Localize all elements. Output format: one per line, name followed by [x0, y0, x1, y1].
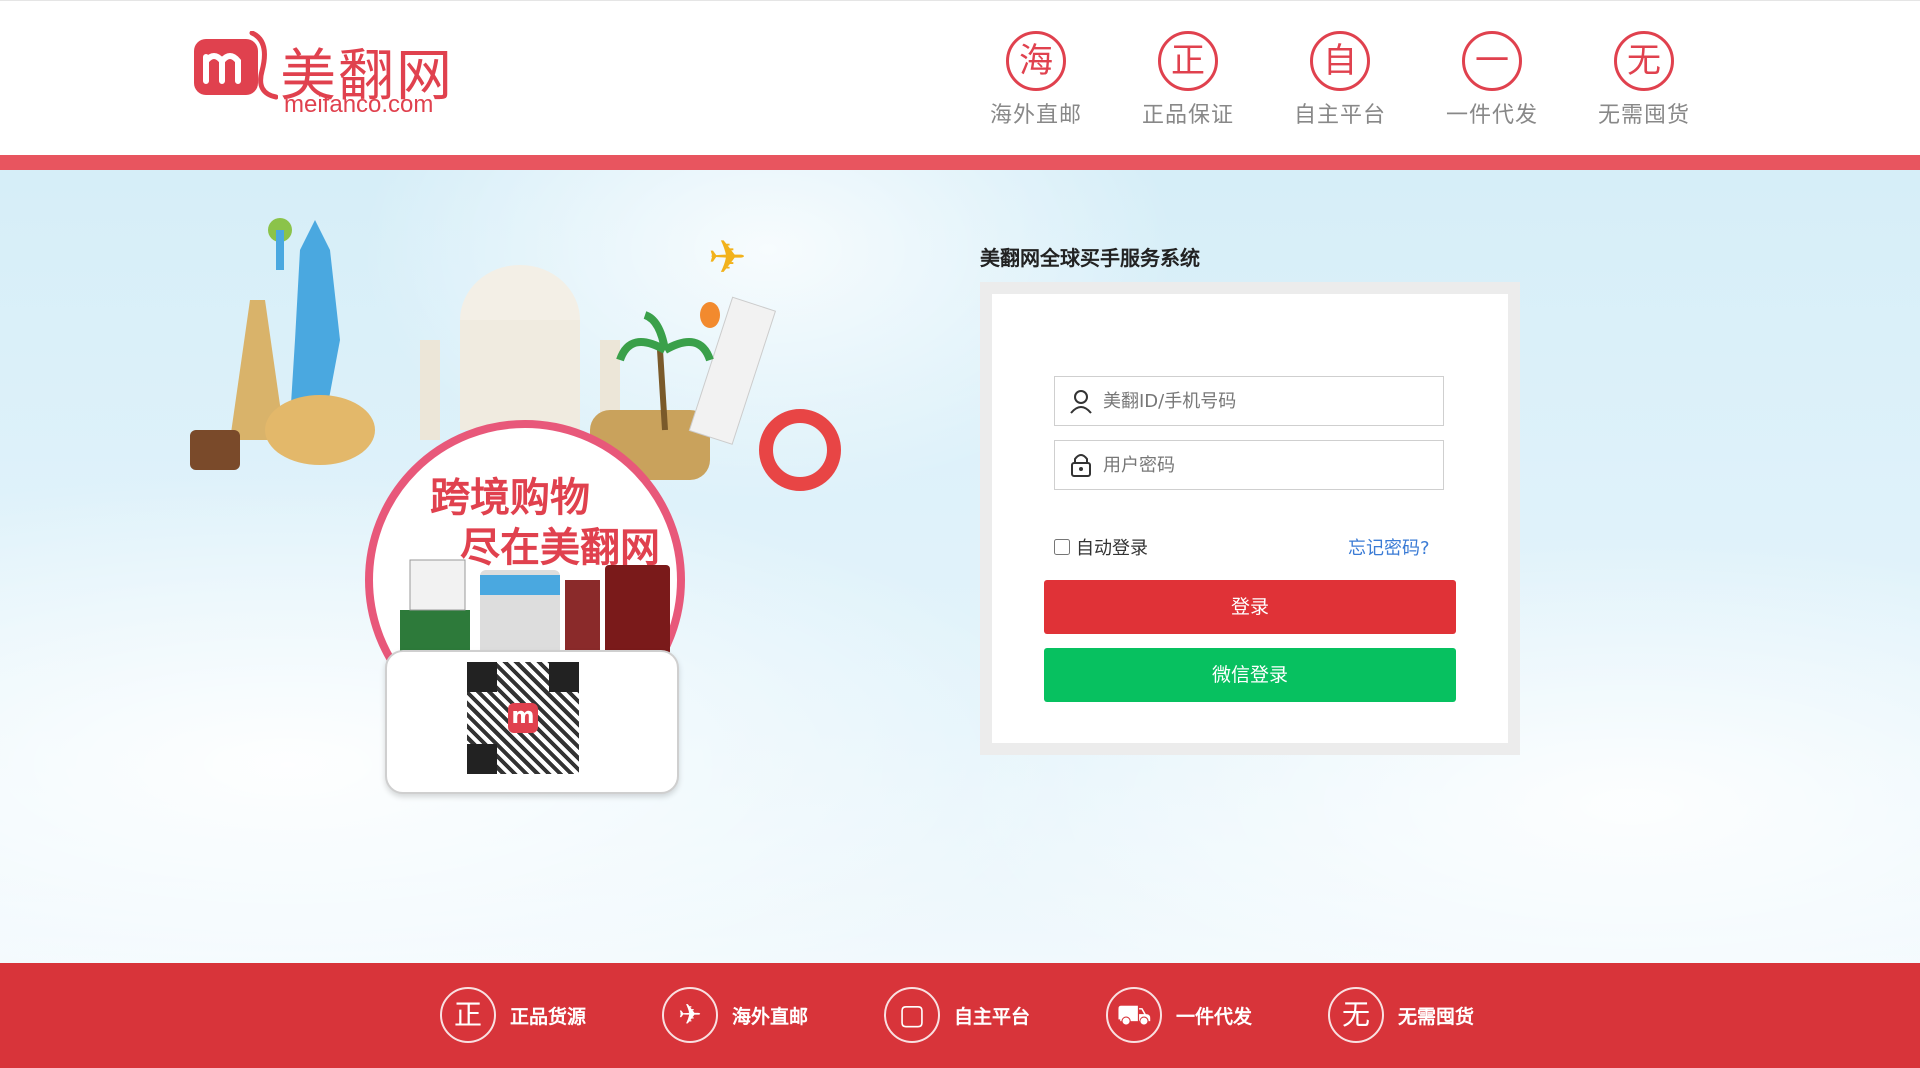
login-form: 自动登录 忘记密码? 登录 微信登录: [992, 294, 1508, 743]
feature-label: 正品保证: [1142, 103, 1235, 128]
qr-code[interactable]: m: [467, 662, 579, 774]
footer-item-platform: ▢ 自主平台: [884, 987, 1106, 1043]
feature-label: 一件代发: [1446, 103, 1539, 128]
footer-features: 正 正品货源 ✈ 海外直邮 ▢ 自主平台 ⛟ 一件代发 无 无需囤货: [440, 987, 1550, 1043]
feature-label: 无需囤货: [1598, 103, 1691, 128]
airplane-icon: ✈: [708, 230, 747, 284]
feature-no-stock: 无 无需囤货: [1598, 31, 1690, 129]
header-divider: [0, 155, 1920, 170]
remember-label: 自动登录: [1076, 538, 1148, 559]
password-field[interactable]: [1054, 440, 1444, 490]
footer-item-label: 正品货源: [510, 1005, 587, 1028]
footer-item-dropship: ⛟ 一件代发: [1106, 987, 1328, 1043]
feature-genuine: 正 正品保证: [1142, 31, 1234, 129]
logo-text-en: meifanco.com: [284, 91, 434, 118]
hero-section: ✈ 跨境购物 尽在美翻网 m 美翻网全球买手服务系统 美翻ID/手机号码 自动登…: [0, 170, 1920, 963]
feature-label: 自主平台: [1294, 103, 1387, 128]
lock-icon: [1071, 454, 1091, 477]
login-panel: 自动登录 忘记密码? 登录 微信登录: [980, 282, 1520, 755]
login-button[interactable]: 登录: [1044, 580, 1456, 634]
footer-item-genuine: 正 正品货源: [440, 987, 662, 1043]
zi-icon: 自: [1310, 31, 1370, 91]
yi-icon: 一: [1462, 31, 1522, 91]
footer-item-label: 自主平台: [954, 1005, 1031, 1028]
footer: 正 正品货源 ✈ 海外直邮 ▢ 自主平台 ⛟ 一件代发 无 无需囤货: [0, 963, 1920, 1068]
site-logo[interactable]: 美翻网 meifanco.com: [192, 31, 462, 121]
feature-dropship: 一 一件代发: [1446, 31, 1538, 129]
remember-checkbox[interactable]: [1054, 539, 1070, 555]
products-illustration: [400, 559, 670, 655]
phone-mockup: m: [385, 650, 679, 794]
footer-item-no-stock: 无 无需囤货: [1328, 987, 1550, 1043]
feature-label: 海外直邮: [990, 103, 1083, 128]
footer-item-label: 海外直邮: [732, 1005, 809, 1028]
username-input[interactable]: [1101, 389, 1443, 413]
zheng-icon: 正: [440, 987, 496, 1043]
header-features: 海 海外直邮 正 正品保证 自 自主平台 一 一件代发 无 无需囤货: [990, 31, 1690, 129]
monitor-icon: ▢: [884, 987, 940, 1043]
hero-illustration: ✈ 跨境购物 尽在美翻网 m: [190, 190, 850, 810]
footer-item-label: 一件代发: [1176, 1005, 1253, 1028]
forgot-password-link[interactable]: 忘记密码?: [1348, 534, 1430, 560]
wu-icon: 无: [1328, 987, 1384, 1043]
login-title: 美翻网全球买手服务系统: [980, 246, 1200, 270]
logo-m-icon: [194, 31, 278, 100]
truck-icon: ⛟: [1106, 987, 1162, 1043]
wu-icon: 无: [1614, 31, 1674, 91]
qr-logo-icon: m: [508, 703, 538, 733]
username-field[interactable]: [1054, 376, 1444, 426]
zheng-icon: 正: [1158, 31, 1218, 91]
user-icon: [1070, 390, 1092, 414]
footer-item-label: 无需囤货: [1398, 1005, 1475, 1028]
hai-icon: 海: [1006, 31, 1066, 91]
remember-me[interactable]: 自动登录: [1054, 534, 1148, 560]
password-input[interactable]: [1101, 453, 1443, 477]
feature-own-platform: 自 自主平台: [1294, 31, 1386, 129]
wechat-login-button[interactable]: 微信登录: [1044, 648, 1456, 702]
plane-icon: ✈: [662, 987, 718, 1043]
footer-item-overseas: ✈ 海外直邮: [662, 987, 884, 1043]
feature-overseas-direct: 海 海外直邮: [990, 31, 1082, 129]
header: 美翻网 meifanco.com 海 海外直邮 正 正品保证 自 自主平台 一 …: [0, 0, 1920, 156]
